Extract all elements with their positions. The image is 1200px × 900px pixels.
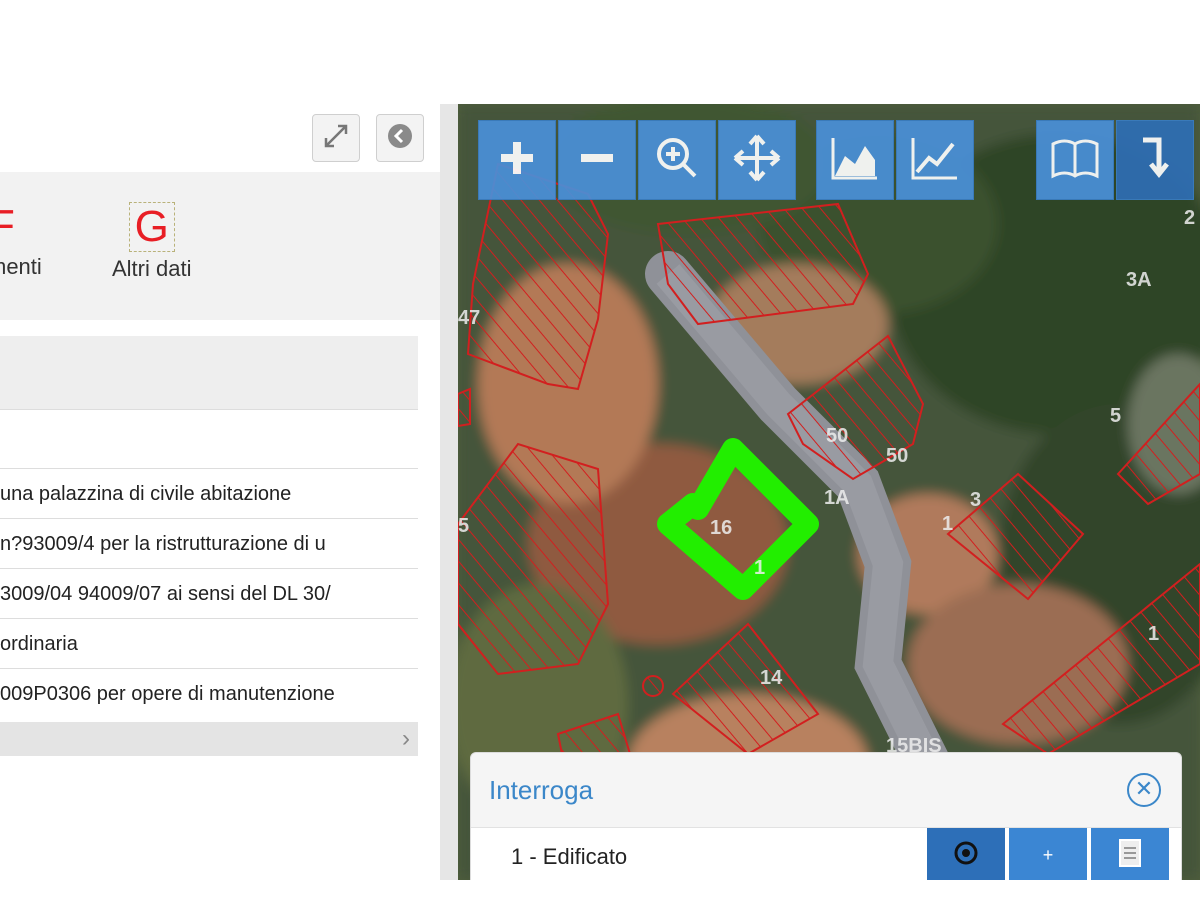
map-label: 1 [1148, 623, 1159, 645]
legend-button[interactable] [1036, 120, 1114, 200]
map-label: 50 [886, 445, 908, 467]
table-header [0, 336, 418, 410]
app-root: F menti G Altri dati una palazzina di ci… [0, 0, 1200, 900]
table-row[interactable]: n?93009/4 per la ristrutturazione di u [0, 518, 418, 568]
map-label: 16 [710, 517, 732, 539]
left-panel-header [0, 104, 440, 172]
tab-label: Altri dati [112, 256, 192, 281]
tab-letter: F [0, 201, 15, 250]
document-icon [1116, 838, 1144, 873]
plus-icon [491, 132, 543, 189]
map-label: 1 [754, 557, 765, 579]
zoom-box-button[interactable] [638, 120, 716, 200]
area-profile-button[interactable] [816, 120, 894, 200]
map-navigation-toolbar [478, 120, 796, 200]
table-row[interactable]: una palazzina di civile abitazione [0, 468, 418, 518]
download-button[interactable] [1116, 120, 1194, 200]
details-button[interactable] [1091, 828, 1169, 882]
collapse-panel-button[interactable] [376, 114, 424, 162]
map-label: 50 [826, 425, 848, 447]
expand-icon [322, 122, 350, 155]
map-label: 5 [458, 515, 469, 537]
profile-toolbar [816, 120, 974, 200]
target-icon [951, 838, 981, 873]
interroga-title: Interroga [489, 775, 594, 805]
panel-splitter[interactable] [440, 104, 458, 880]
map-label: 3 [970, 489, 981, 511]
table-row[interactable]: 3009/04 94009/07 ai sensi del DL 30/ [0, 568, 418, 618]
tab-letter: G [128, 202, 175, 252]
zoom-in-button[interactable] [478, 120, 556, 200]
map-label: 5 [1110, 405, 1121, 427]
plus-icon: + [1042, 844, 1054, 865]
line-profile-button[interactable] [896, 120, 974, 200]
chevron-left-circle-icon [386, 122, 414, 155]
interroga-panel: Interroga ✕ 1 - Edificato + [470, 752, 1182, 882]
magnifier-plus-icon [651, 132, 703, 189]
area-chart-icon [829, 132, 881, 189]
move-arrows-icon [731, 132, 783, 189]
locate-button[interactable] [927, 828, 1005, 882]
bottom-strip [0, 880, 1200, 900]
map-label: 2 [1184, 207, 1195, 229]
arrow-down-icon [1129, 132, 1181, 189]
map-label: 1 [942, 513, 953, 535]
zoom-out-button[interactable] [558, 120, 636, 200]
map-label: 1A [824, 487, 850, 509]
result-row[interactable]: 1 - Edificato + [471, 827, 1181, 882]
left-panel: F menti G Altri dati una palazzina di ci… [0, 104, 440, 880]
minus-icon [571, 132, 623, 189]
map-label: 14 [760, 667, 783, 689]
extra-toolbar [1036, 120, 1194, 200]
horizontal-scrollbar[interactable]: › [0, 722, 418, 756]
tab-label: menti [0, 254, 42, 279]
table-row[interactable]: ordinaria [0, 618, 418, 668]
layer-label: 1 - Edificato [511, 844, 628, 869]
table-row[interactable]: 009P0306 per opere di manutenzione [0, 668, 418, 718]
book-icon [1049, 132, 1101, 189]
close-icon: ✕ [1134, 776, 1154, 801]
map-label: 47 [458, 307, 480, 329]
tab-strip: F menti G Altri dati [0, 172, 440, 320]
expand-button[interactable] [312, 114, 360, 162]
pan-button[interactable] [718, 120, 796, 200]
close-button[interactable]: ✕ [1127, 773, 1161, 807]
chevron-right-icon[interactable]: › [402, 724, 410, 754]
line-chart-icon [909, 132, 961, 189]
data-table: una palazzina di civile abitazione n?930… [0, 468, 418, 718]
add-button[interactable]: + [1009, 828, 1087, 882]
map-label: 3A [1126, 269, 1152, 291]
tab-f[interactable]: F menti [0, 202, 42, 280]
tab-g[interactable]: G Altri dati [112, 202, 191, 282]
